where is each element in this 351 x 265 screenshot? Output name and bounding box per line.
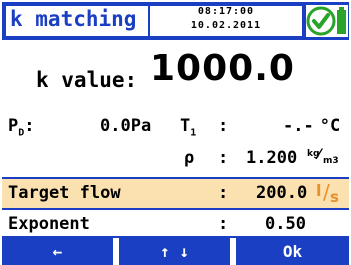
rho-label: ρ [184,148,195,168]
rho-colon: : [218,148,229,168]
ok-button[interactable]: Ok [236,238,349,265]
clock-time: 08:17:00 [197,6,255,17]
clock-date: 10.02.2011 [190,20,262,31]
k-value-label: k value: [36,68,138,92]
exponent-value[interactable]: 0.50 [265,214,306,234]
check-battery-icon [306,5,348,37]
t1-value: -.- °C [283,116,341,136]
back-arrow-button[interactable]: ← [2,238,113,265]
target-flow-value[interactable]: 200.0 [256,183,307,203]
target-flow-unit[interactable]: l / s [314,180,342,207]
target-flow-label: Target flow [8,183,121,203]
exponent-label: Exponent [8,214,90,234]
k-value-readout: 1000.0 [150,48,295,89]
t1-colon: : [218,116,229,136]
pd-value: 0.0Pa [100,116,152,136]
page-title: k matching [10,7,137,31]
rho-value: 1.200 [246,148,298,168]
rho-unit: kg ⁄ m3 [307,147,339,166]
exponent-colon: : [218,214,229,234]
up-down-button[interactable]: ↑ ↓ [119,238,230,265]
target-flow-colon: : [218,183,229,203]
t1-label: T1 [180,116,197,139]
pd-label: PD: [8,116,35,139]
